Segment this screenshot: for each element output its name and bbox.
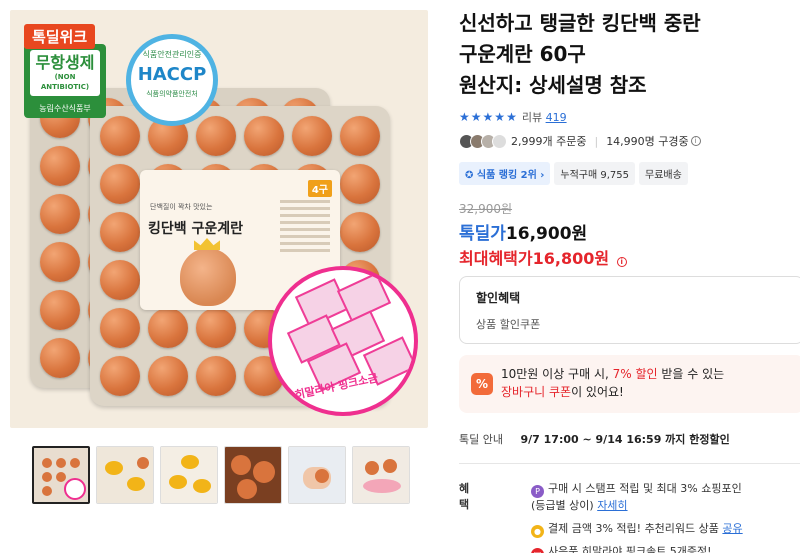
star-icon: ★ <box>494 110 506 124</box>
divider: | <box>594 134 599 148</box>
review-count: 419 <box>545 111 567 124</box>
chevron-right-icon: › <box>536 170 545 181</box>
egg <box>148 356 188 396</box>
ministry-label: 농림수산식품부 <box>39 104 91 113</box>
social-proof: 2,999개 주문중 | 14,990명 구경중 i <box>459 133 701 149</box>
info-icon[interactable]: i <box>690 136 701 146</box>
section-divider <box>459 463 800 464</box>
pink-salt-inset: 히말라야 핑크소금 <box>268 266 418 416</box>
thumbnail-4[interactable] <box>224 446 282 504</box>
egg <box>244 116 284 156</box>
product-title: 신선하고 탱글한 킹단백 중란 구운계란 60구 원산지: 상세설명 참조 <box>459 11 701 97</box>
avatar <box>492 133 507 149</box>
antibiotic-free-sub: (NON ANTIBIOTIC) <box>40 73 90 91</box>
discount-sub: 상품 할인쿠폰 <box>476 318 541 331</box>
coupon-line-1: 10만원 이상 구매 시, 7% 할인 받을 수 있는 <box>501 367 725 381</box>
cumulative-sales-chip: 누적구매 9,755 <box>554 162 636 185</box>
antibiotic-free-badge: 무항생제 (NON ANTIBIOTIC) 농림수산식품부 <box>24 44 106 118</box>
product-page: 톡딜위크 무항생제 (NON ANTIBIOTIC) 농림수산식품부 식품안전관… <box>0 0 800 553</box>
egg <box>100 308 140 348</box>
egg <box>40 338 80 378</box>
egg <box>196 356 236 396</box>
benefit-reward: ● 결제 금액 3% 적립! 추천리워드 상품 공유 <box>531 520 800 538</box>
package-label-count: 4구 <box>307 180 332 197</box>
max-benefit-label: 최대혜택가 <box>459 249 533 268</box>
thumbnail-2[interactable] <box>96 446 154 504</box>
egg <box>100 260 140 300</box>
max-benefit-value: 16,800원 <box>532 249 610 268</box>
egg <box>40 194 80 234</box>
max-benefit-price: 최대혜택가16,800원 i <box>459 245 627 269</box>
benefit-stamp-detail: (등급별 상이) 자세히 <box>531 499 628 512</box>
benefit-gift: ▣사은품 히말라야 핑크솔트 5개증정! <box>531 543 800 553</box>
thumbnail-6[interactable] <box>352 446 410 504</box>
package-label-sub: 단백질이 꽉차 맛있는 <box>150 203 213 211</box>
package-label-text-lines <box>280 200 330 256</box>
cart-coupon-banner[interactable]: % 10만원 이상 구매 시, 7% 할인 받을 수 있는 장바구니 쿠폰이 있… <box>459 355 800 413</box>
main-product-image[interactable]: 톡딜위크 무항생제 (NON ANTIBIOTIC) 농림수산식품부 식품안전관… <box>10 10 428 428</box>
coupon-line-2: 장바구니 쿠폰이 있어요! <box>501 385 624 399</box>
rating[interactable]: ★ ★ ★ ★ ★ 리뷰 419 <box>459 109 567 125</box>
egg <box>340 212 380 252</box>
product-chips: ✪ 식품 랭킹 2위 › 누적구매 9,755 무료배송 <box>459 162 688 185</box>
review-link[interactable]: 리뷰 419 <box>522 109 567 125</box>
haccp-bottom-text: 식품의약품안전처 <box>146 90 198 98</box>
deal-price: 톡딜가16,900원 <box>459 219 587 244</box>
star-icon: ★ <box>506 110 517 124</box>
thumbnail-5[interactable] <box>288 446 346 504</box>
thumbnail-3[interactable] <box>160 446 218 504</box>
haccp-main-text: HACCP <box>137 64 207 85</box>
egg <box>148 308 188 348</box>
ranking-chip[interactable]: ✪ 식품 랭킹 2위 › <box>459 162 551 185</box>
deal-period-key: 톡딜 안내 <box>459 433 503 446</box>
egg <box>40 290 80 330</box>
viewer-count: 14,990명 구경중 <box>606 135 689 148</box>
star-icon: ★ <box>482 110 494 124</box>
package-label-title: 킹단백 구운계란 <box>148 221 244 237</box>
coin-icon: ● <box>531 525 544 538</box>
haccp-badge: 식품안전관리인증 HACCP 식품의약품안전처 <box>126 34 218 126</box>
discount-benefit-box[interactable]: 할인혜택 상품 할인쿠폰 <box>459 276 800 344</box>
egg <box>100 212 140 252</box>
order-count: 2,999개 주문중 <box>511 135 587 148</box>
benefit-stamp: P 구매 시 스탬프 적립 및 최대 3% 쇼핑포인 <box>531 480 800 498</box>
benefits-key: 혜택 <box>459 482 470 511</box>
thumbnail-1[interactable] <box>32 446 90 504</box>
thumbnail-strip <box>32 446 410 504</box>
star-icon: ★ <box>459 110 470 124</box>
deal-period: 톡딜 안내 9/7 17:00 ~ 9/14 16:59 까지 한정할인 <box>459 431 730 447</box>
egg <box>340 164 380 204</box>
discount-heading: 할인혜택 <box>476 291 521 305</box>
original-price: 32,900원 <box>459 202 513 216</box>
egg <box>340 116 380 156</box>
percent-icon: % <box>471 373 493 395</box>
deal-price-label: 톡딜가 <box>459 224 506 244</box>
egg <box>40 242 80 282</box>
egg <box>100 116 140 156</box>
egg <box>100 356 140 396</box>
egg <box>292 116 332 156</box>
ranking-icon: ✪ <box>465 170 477 181</box>
details-link[interactable]: 자세히 <box>597 499 627 512</box>
share-link[interactable]: 공유 <box>722 522 742 535</box>
star-icon: ★ <box>470 110 482 124</box>
info-icon[interactable]: i <box>616 257 627 267</box>
review-label: 리뷰 <box>521 111 543 124</box>
deal-week-tag: 톡딜위크 <box>24 24 96 49</box>
free-shipping-chip: 무료배송 <box>639 162 688 185</box>
buyer-avatars <box>459 133 507 149</box>
deal-price-value: 16,900원 <box>505 224 588 244</box>
egg <box>40 146 80 186</box>
egg <box>100 164 140 204</box>
egg-mascot-icon <box>180 248 236 306</box>
egg <box>196 308 236 348</box>
haccp-top-text: 식품안전관리인증 <box>142 50 202 59</box>
deal-period-value: 9/7 17:00 ~ 9/14 16:59 까지 한정할인 <box>520 433 730 446</box>
antibiotic-free-label: 무항생제 <box>35 53 95 72</box>
egg <box>196 116 236 156</box>
gift-icon: ▣ <box>531 548 544 553</box>
